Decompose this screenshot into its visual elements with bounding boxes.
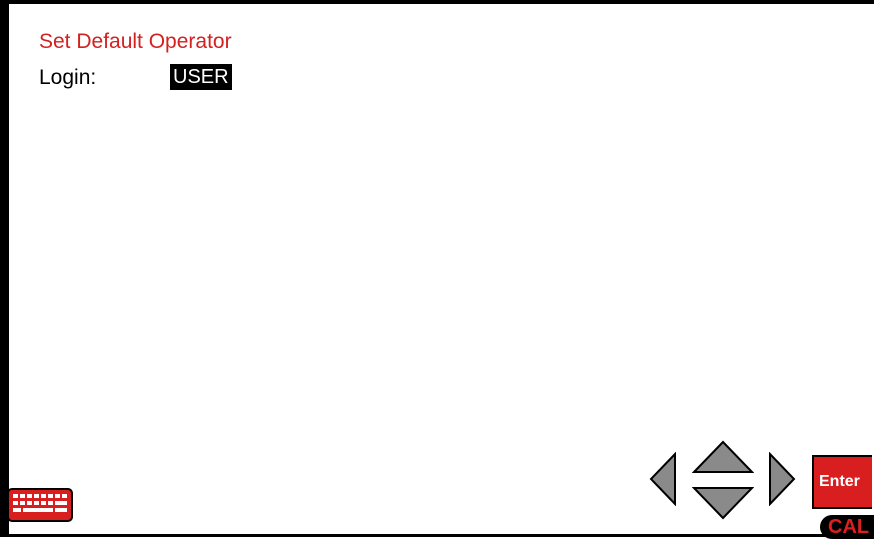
arrow-left-icon[interactable] xyxy=(649,452,677,506)
arrow-up-icon[interactable] xyxy=(692,440,754,474)
enter-button[interactable]: Enter xyxy=(812,455,872,509)
login-label: Login: xyxy=(39,66,97,89)
cal-button[interactable]: CAL xyxy=(820,515,874,539)
page-title: Set Default Operator xyxy=(39,30,232,53)
arrow-down-icon[interactable] xyxy=(692,486,754,520)
keyboard-icon[interactable] xyxy=(7,488,73,522)
arrow-right-icon[interactable] xyxy=(768,452,796,506)
login-field[interactable]: USER xyxy=(170,64,232,90)
